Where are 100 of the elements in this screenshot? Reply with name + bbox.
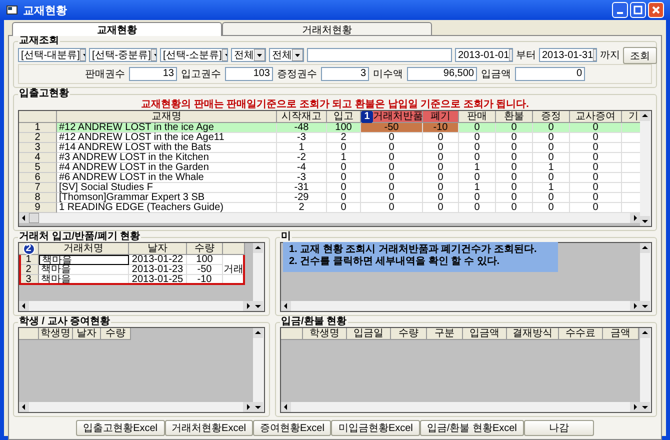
column-header[interactable]: 환불	[496, 111, 533, 123]
column-header[interactable]: 입금일	[347, 328, 391, 340]
corner-cell	[19, 328, 39, 340]
table-cell: 2013-01-25	[129, 275, 187, 285]
column-header[interactable]: 구분	[427, 328, 463, 340]
tab[interactable]: 교재현황	[12, 22, 222, 36]
scroll-left-icon	[19, 402, 29, 412]
column-header[interactable]: 거래처명	[39, 243, 129, 255]
table-row[interactable]: 9 1 READING EDGE (Teachers Guide) 2 0 0 0 0 0 0 0	[19, 203, 640, 213]
vertical-scrollbar[interactable]	[253, 328, 264, 412]
column-header[interactable]: 수량	[187, 243, 223, 255]
horizontal-scrollbar[interactable]	[281, 402, 640, 412]
callout-text: 1. 교재 현황 조회시 거래처반품과 폐기건수가 조회된다.	[289, 244, 538, 256]
row-number: 2	[19, 265, 39, 275]
dropdown-arrow-icon	[509, 49, 512, 61]
dropdown-arrow-icon	[222, 49, 227, 61]
column-header[interactable]: 금액	[603, 328, 639, 340]
table-row[interactable]: 7 [SV] Social Studies F -31 0 0 0 1 0 1 0	[19, 183, 640, 193]
group-title: 교재조회	[18, 36, 60, 46]
scroll-up-icon	[640, 328, 650, 338]
dropdown[interactable]: [선택-중분류]	[89, 48, 157, 62]
horizontal-scrollbar[interactable]	[19, 301, 253, 311]
scroll-down-icon	[640, 402, 650, 412]
column-header[interactable]: 학생명	[303, 328, 347, 340]
table-row[interactable]: 1 #12 ANDREW LOST in the ice Age -48 100 -50 -10 0 0 0 0	[19, 123, 640, 133]
date-dropdown[interactable]: 2013-01-01	[455, 48, 513, 62]
table-cell: -50	[361, 123, 423, 133]
column-header[interactable]: 입고	[327, 111, 361, 123]
minimize-button[interactable]	[612, 2, 628, 18]
table-cell: 책마을	[39, 255, 129, 265]
column-header[interactable]: 기	[622, 111, 640, 123]
horizontal-scrollbar[interactable]	[19, 213, 640, 223]
table-row[interactable]: 6 #6 ANDREW LOST in the Whale -3 0 0 0 0 0 0 0	[19, 173, 640, 183]
column-header[interactable]: 교사증여	[570, 111, 622, 123]
scroll-up-icon	[640, 111, 650, 121]
column-header[interactable]	[223, 243, 245, 255]
date-dropdown[interactable]: 2013-01-31	[539, 48, 597, 62]
close-button[interactable]	[648, 2, 664, 18]
column-header[interactable]: 증정	[533, 111, 570, 123]
column-header[interactable]: 폐기	[423, 111, 459, 123]
column-header[interactable]: 거래처반품	[373, 111, 423, 123]
table-row[interactable]: 5 #4 ANDREW LOST in the Garden -4 0 0 0 1 0 1 0	[19, 163, 640, 173]
action-button[interactable]: 나감	[524, 420, 594, 436]
scroll-right-icon	[243, 301, 253, 311]
vertical-scrollbar[interactable]	[640, 111, 651, 226]
to-label: 까지	[600, 49, 620, 62]
row-number: 7	[19, 183, 57, 193]
group-title: 학생 / 교사 증여현황	[18, 317, 112, 327]
column-header[interactable]: 날자	[129, 243, 187, 255]
action-button[interactable]: 증여현황Excel	[252, 420, 332, 436]
column-header[interactable]: 학생명	[39, 328, 73, 340]
dropdown-arrow-icon	[150, 49, 156, 61]
column-header[interactable]: 교재명	[57, 111, 277, 123]
horizontal-scrollbar[interactable]	[19, 402, 253, 412]
table-row[interactable]: 8 [Thomson]Grammar Expert 3 SB -29 0 0 0 0 0 0 0	[19, 193, 640, 203]
maximize-button[interactable]	[630, 2, 646, 18]
step-badge: 1	[361, 111, 373, 123]
row-number: 8	[19, 193, 57, 203]
summary-field: 96,500	[407, 67, 477, 81]
search-field[interactable]	[307, 48, 452, 62]
group-title: 거래처 입고/반품/폐기 현황	[18, 232, 142, 242]
search-button[interactable]: 조회	[623, 46, 657, 64]
table-row[interactable]: 2 책마을 2013-01-23 -50 거래	[19, 265, 245, 275]
action-button[interactable]: 거래처현황Excel	[164, 420, 253, 436]
tab[interactable]: 거래처현황	[222, 22, 432, 35]
close-icon	[651, 5, 661, 15]
column-header[interactable]: 입금액	[463, 328, 507, 340]
group-title: 입금/환불 현황	[280, 317, 348, 327]
dropdown[interactable]: [선택-소분류]	[160, 48, 228, 62]
vertical-scrollbar[interactable]	[640, 328, 651, 412]
action-button[interactable]: 입금/환불 현황Excel	[420, 420, 524, 436]
from-label: 부터	[516, 49, 536, 62]
dropdown[interactable]: 전체	[231, 48, 266, 62]
dropdown[interactable]: [선택-대분류]	[18, 48, 86, 62]
column-header[interactable]: 수수료	[559, 328, 603, 340]
table-row[interactable]: 4 #3 ANDREW LOST in the Kitchen -2 1 0 0 0 0 0 0	[19, 153, 640, 163]
row-number: 3	[19, 275, 39, 285]
row-number: 4	[19, 153, 57, 163]
dropdown-arrow-icon	[292, 49, 303, 61]
table-row[interactable]: 3 #14 ANDREW LOST with the Bats 1 0 0 0 0 0 0 0	[19, 143, 640, 153]
row-number: 3	[19, 143, 57, 153]
callout-text: 2. 건수를 클릭하면 세부내역을 확인 할 수 있다.	[289, 256, 501, 268]
row-number: 1	[19, 255, 39, 265]
column-header[interactable]: 판매	[459, 111, 496, 123]
table-row[interactable]: 2 #12 ANDREW LOST in the ice Age11 -3 2 0 0 0 0 0 0	[19, 133, 640, 143]
column-header[interactable]: 시작재고	[277, 111, 327, 123]
action-button[interactable]: 입출고현황Excel	[76, 420, 165, 436]
scroll-left-icon	[19, 301, 29, 311]
column-header[interactable]: 수량	[391, 328, 427, 340]
column-header[interactable]: 날자	[73, 328, 101, 340]
summary-field: 13	[129, 67, 177, 81]
vertical-scrollbar[interactable]	[253, 243, 264, 311]
vertical-scrollbar[interactable]	[640, 243, 651, 311]
column-header[interactable]: 수량	[101, 328, 131, 340]
corner-cell	[281, 328, 303, 340]
column-header[interactable]: 결재방식	[507, 328, 559, 340]
horizontal-scrollbar[interactable]	[281, 301, 640, 311]
dropdown[interactable]: 전체	[269, 48, 304, 62]
scroll-down-icon	[640, 301, 650, 311]
action-button[interactable]: 미입금현황Excel	[331, 420, 420, 436]
